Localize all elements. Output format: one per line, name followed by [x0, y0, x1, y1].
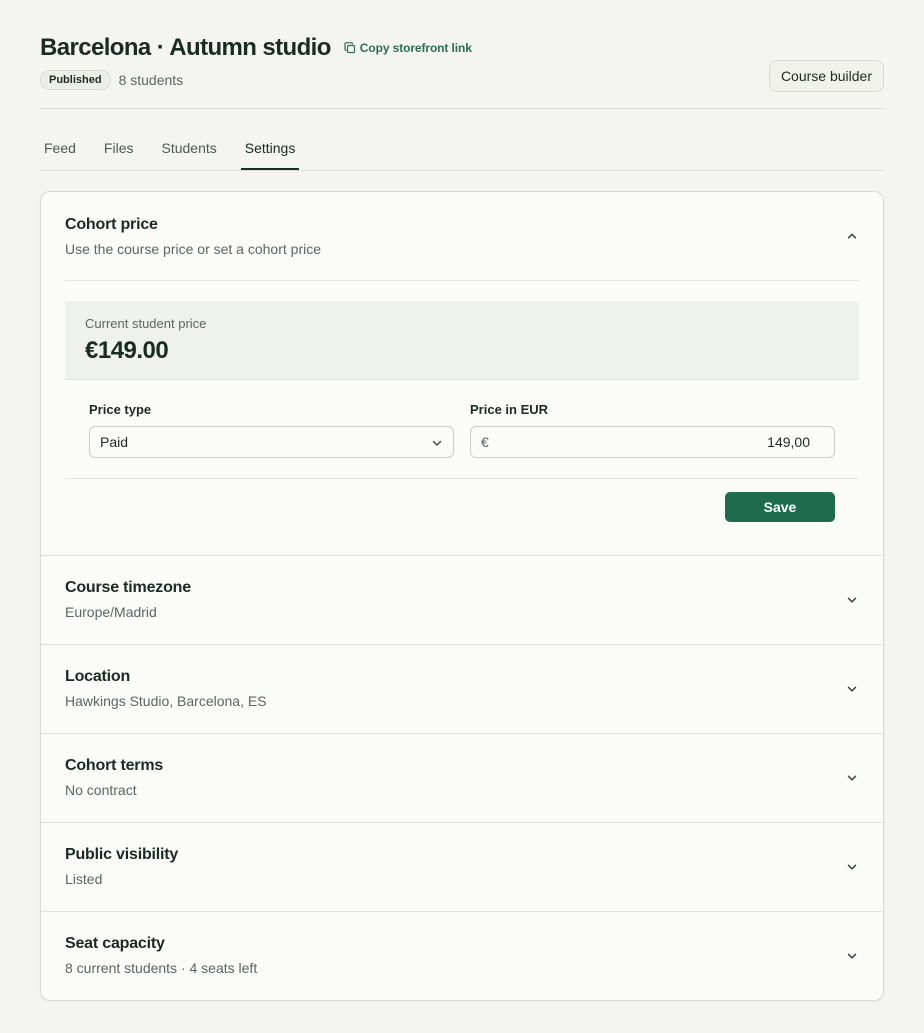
course-builder-button[interactable]: Course builder	[768, 60, 884, 92]
cohort-price-header[interactable]: Cohort price Use the course price or set…	[65, 216, 859, 257]
chevron-up-icon[interactable]	[845, 229, 859, 243]
copy-icon	[344, 42, 355, 54]
divider	[41, 733, 883, 734]
tabs-divider	[40, 170, 884, 171]
section-title: Location	[65, 668, 131, 685]
price-type-select[interactable]: Paid	[89, 426, 454, 458]
section-title: Course timezone	[65, 579, 191, 596]
divider	[41, 644, 883, 645]
chevron-down-icon[interactable]	[845, 949, 859, 963]
save-button[interactable]: Save	[725, 492, 835, 522]
tab-settings[interactable]: Settings	[240, 128, 300, 170]
section-title: Seat capacity	[65, 935, 165, 952]
currency-prefix: €	[481, 434, 489, 450]
section-subtitle: No contract	[65, 782, 137, 798]
divider	[41, 555, 883, 556]
title-row: Barcelona · Autumn studio Copy storefron…	[40, 34, 884, 62]
meta-row: Published 8 students	[40, 70, 884, 90]
current-price-panel: Current student price €149.00	[65, 301, 859, 380]
divider	[65, 280, 859, 281]
section-course-timezone[interactable]: Course timezone Europe/Madrid	[65, 579, 859, 620]
divider	[41, 822, 883, 823]
price-eur-value: 149,00	[767, 434, 810, 450]
section-title: Cohort terms	[65, 757, 164, 774]
divider	[41, 911, 883, 912]
chevron-down-icon[interactable]	[845, 771, 859, 785]
section-subtitle: Use the course price or set a cohort pri…	[65, 241, 322, 257]
tab-students[interactable]: Students	[157, 128, 220, 170]
status-badge: Published	[40, 70, 111, 90]
copy-link-label: Copy storefront link	[359, 41, 472, 55]
settings-card: Cohort price Use the course price or set…	[40, 191, 884, 1001]
page-header: Barcelona · Autumn studio Copy storefron…	[40, 34, 884, 92]
price-type-label: Price type	[89, 402, 152, 417]
current-price-value: €149.00	[85, 337, 169, 364]
section-subtitle: Listed	[65, 871, 103, 887]
section-subtitle: 8 current students · 4 seats left	[65, 960, 258, 976]
price-type-value: Paid	[100, 434, 129, 450]
chevron-down-icon[interactable]	[845, 860, 859, 874]
tab-feed[interactable]: Feed	[40, 128, 80, 170]
section-subtitle: Hawkings Studio, Barcelona, ES	[65, 693, 267, 709]
students-count: 8 students	[118, 72, 184, 88]
chevron-down-icon[interactable]	[845, 682, 859, 696]
price-eur-input[interactable]: € 149,00	[470, 426, 835, 458]
section-cohort-terms[interactable]: Cohort terms No contract	[65, 757, 859, 798]
header-divider	[40, 108, 884, 109]
chevron-down-icon[interactable]	[845, 593, 859, 607]
section-title: Cohort price	[65, 216, 158, 233]
chevron-down-icon	[432, 440, 442, 446]
section-seat-capacity[interactable]: Seat capacity 8 current students · 4 sea…	[65, 935, 859, 976]
divider	[65, 478, 859, 479]
section-title: Public visibility	[65, 846, 179, 863]
price-eur-label: Price in EUR	[470, 402, 549, 417]
current-price-label: Current student price	[85, 316, 207, 331]
copy-storefront-link[interactable]: Copy storefront link	[344, 41, 472, 55]
section-location[interactable]: Location Hawkings Studio, Barcelona, ES	[65, 668, 859, 709]
page-title: Barcelona · Autumn studio	[40, 34, 331, 61]
section-public-visibility[interactable]: Public visibility Listed	[65, 846, 859, 887]
tab-files[interactable]: Files	[100, 128, 138, 170]
tab-bar: Feed Files Students Settings	[40, 128, 319, 170]
section-subtitle: Europe/Madrid	[65, 604, 157, 620]
